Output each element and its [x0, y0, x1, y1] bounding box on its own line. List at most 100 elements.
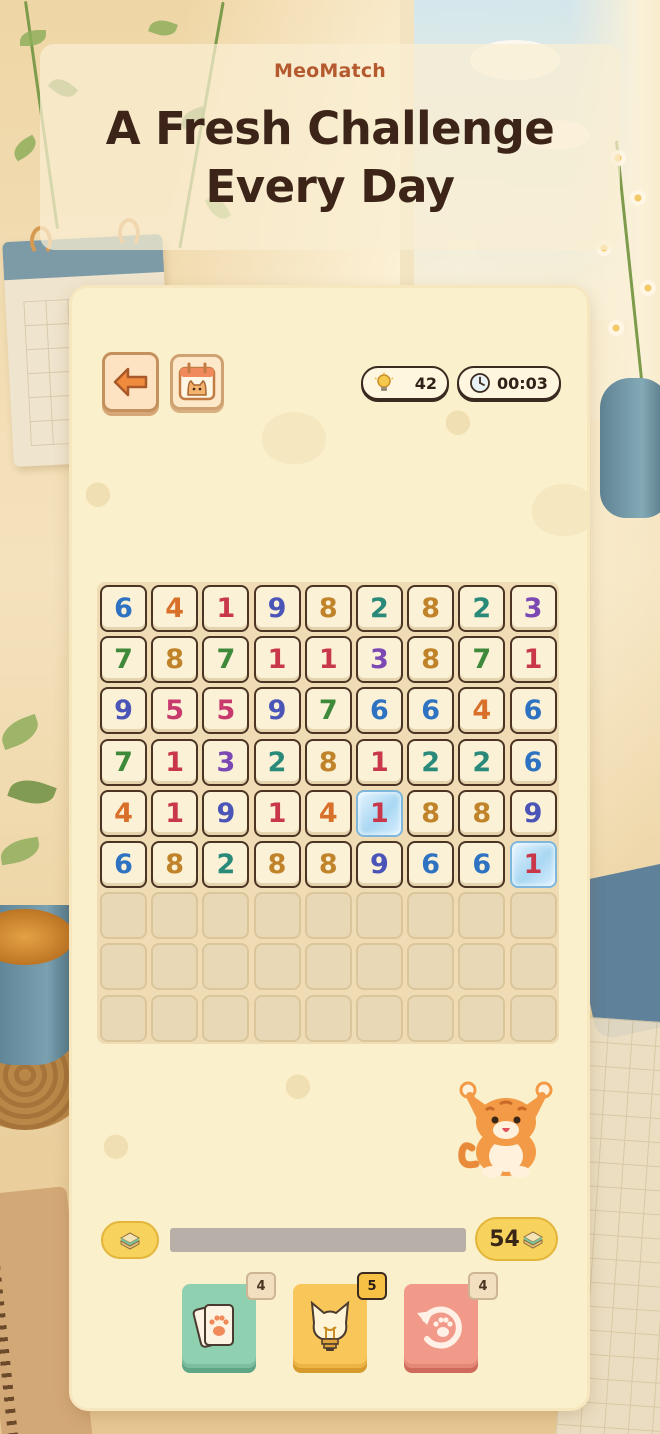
empty-cell [304, 943, 352, 991]
shuffle-powerup-button[interactable]: 4 [182, 1272, 276, 1368]
number-tile[interactable]: 4 [458, 687, 506, 735]
number-tile[interactable]: 8 [304, 738, 352, 786]
number-tile[interactable]: 9 [202, 789, 250, 837]
leaf-decor [0, 836, 42, 866]
headline-line-2: Every Day [205, 160, 455, 213]
number-tile[interactable]: 6 [509, 687, 557, 735]
number-tile[interactable]: 1 [151, 738, 199, 786]
sandwich-gem-icon [522, 1231, 543, 1249]
cat-calendar-icon [178, 362, 216, 401]
number-tile[interactable]: 2 [407, 738, 455, 786]
paw-cards-icon [192, 1304, 234, 1348]
number-tile[interactable]: 1 [202, 585, 250, 632]
empty-cell [202, 892, 250, 940]
empty-cell [407, 994, 455, 1042]
empty-cell [407, 892, 455, 940]
number-tile[interactable]: 9 [253, 585, 301, 632]
gem-total-badge: 54 [475, 1217, 558, 1261]
shuffle-count-badge: 4 [246, 1272, 276, 1300]
number-grid: 6419828237871138719559766467132812264191… [100, 585, 557, 1042]
number-tile[interactable]: 8 [151, 840, 199, 888]
number-tile[interactable]: 2 [355, 585, 403, 632]
number-tile[interactable]: 1 [304, 636, 352, 684]
number-tile[interactable]: 9 [253, 687, 301, 735]
number-tile[interactable]: 7 [100, 738, 147, 786]
empty-cell [202, 943, 250, 991]
sandwich-gem-icon [119, 1232, 141, 1250]
empty-cell [253, 994, 301, 1042]
number-tile[interactable]: 3 [509, 585, 557, 632]
number-tile[interactable]: 4 [151, 585, 199, 632]
number-tile[interactable]: 2 [202, 840, 250, 888]
timer: 00:03 [457, 366, 561, 400]
number-tile[interactable]: 3 [202, 738, 250, 786]
number-tile[interactable]: 2 [458, 738, 506, 786]
cat-watermark [262, 412, 326, 464]
number-tile[interactable]: 7 [458, 636, 506, 684]
number-tile[interactable]: 6 [407, 687, 455, 735]
number-tile[interactable]: 4 [304, 789, 352, 837]
lightbulb-icon [374, 372, 394, 391]
leaf-decor [9, 134, 41, 162]
number-tile[interactable]: 8 [304, 840, 352, 888]
number-tile[interactable]: 3 [355, 636, 403, 684]
empty-cell [151, 892, 199, 940]
paw-watermark: ● [102, 1125, 130, 1163]
game-screen: ● ● ● ● 42 00:03 6 4 1 9 8 2 8 2 3 7 8 7… [72, 288, 587, 1408]
number-tile[interactable]: 2 [253, 738, 301, 786]
number-tile[interactable]: 8 [151, 636, 199, 684]
number-tile[interactable]: 9 [355, 840, 403, 888]
headline: A Fresh Challenge Every Day [40, 100, 620, 216]
number-tile[interactable]: 7 [304, 687, 352, 735]
frozen-number-tile[interactable]: 1 [355, 789, 403, 837]
number-tile[interactable]: 9 [100, 687, 147, 735]
frozen-number-tile[interactable]: 1 [509, 840, 557, 888]
number-tile[interactable]: 1 [355, 738, 403, 786]
empty-cell [253, 892, 301, 940]
number-tile[interactable]: 5 [202, 687, 250, 735]
number-tile[interactable]: 7 [202, 636, 250, 684]
number-tile[interactable]: 8 [407, 789, 455, 837]
empty-cell [355, 892, 403, 940]
number-tile[interactable]: 2 [458, 585, 506, 632]
number-tile[interactable]: 5 [151, 687, 199, 735]
number-tile[interactable]: 6 [458, 840, 506, 888]
undo-powerup-button[interactable]: 4 [404, 1272, 498, 1368]
arrow-left-icon [113, 367, 147, 397]
number-tile[interactable]: 1 [253, 636, 301, 684]
back-button[interactable] [102, 352, 159, 412]
empty-cell [100, 943, 147, 991]
empty-cell [458, 994, 506, 1042]
number-tile[interactable]: 1 [151, 789, 199, 837]
clock-icon [470, 373, 490, 393]
hint-powerup-button[interactable]: 5 [293, 1272, 387, 1368]
hint-count: 42 [414, 373, 437, 393]
empty-cell [304, 994, 352, 1042]
number-tile[interactable]: 8 [407, 585, 455, 632]
cat-lightbulb-icon [310, 1300, 350, 1351]
number-tile[interactable]: 6 [100, 840, 147, 888]
promo-header: MeoMatch A Fresh Challenge Every Day [40, 44, 620, 250]
number-tile[interactable]: 8 [407, 636, 455, 684]
leaf-decor [148, 16, 178, 40]
number-tile[interactable]: 4 [100, 789, 147, 837]
number-tile[interactable]: 6 [509, 738, 557, 786]
hint-powerup-count-badge: 5 [357, 1272, 387, 1300]
empty-cell [100, 892, 147, 940]
hint-counter: 42 [361, 366, 449, 400]
daily-calendar-button[interactable] [170, 354, 224, 410]
number-tile[interactable]: 1 [509, 636, 557, 684]
gem-total: 54 [489, 1226, 520, 1252]
number-tile[interactable]: 1 [253, 789, 301, 837]
number-tile[interactable]: 7 [100, 636, 147, 684]
number-tile[interactable]: 9 [509, 789, 557, 837]
number-tile[interactable]: 6 [100, 585, 147, 632]
number-tile[interactable]: 8 [458, 789, 506, 837]
number-tile[interactable]: 6 [355, 687, 403, 735]
cat-mascot-icon [458, 1081, 553, 1178]
number-tile[interactable]: 8 [304, 585, 352, 632]
number-tile[interactable]: 8 [253, 840, 301, 888]
number-tile[interactable]: 6 [407, 840, 455, 888]
empty-cell [458, 943, 506, 991]
paw-undo-icon [417, 1306, 462, 1349]
